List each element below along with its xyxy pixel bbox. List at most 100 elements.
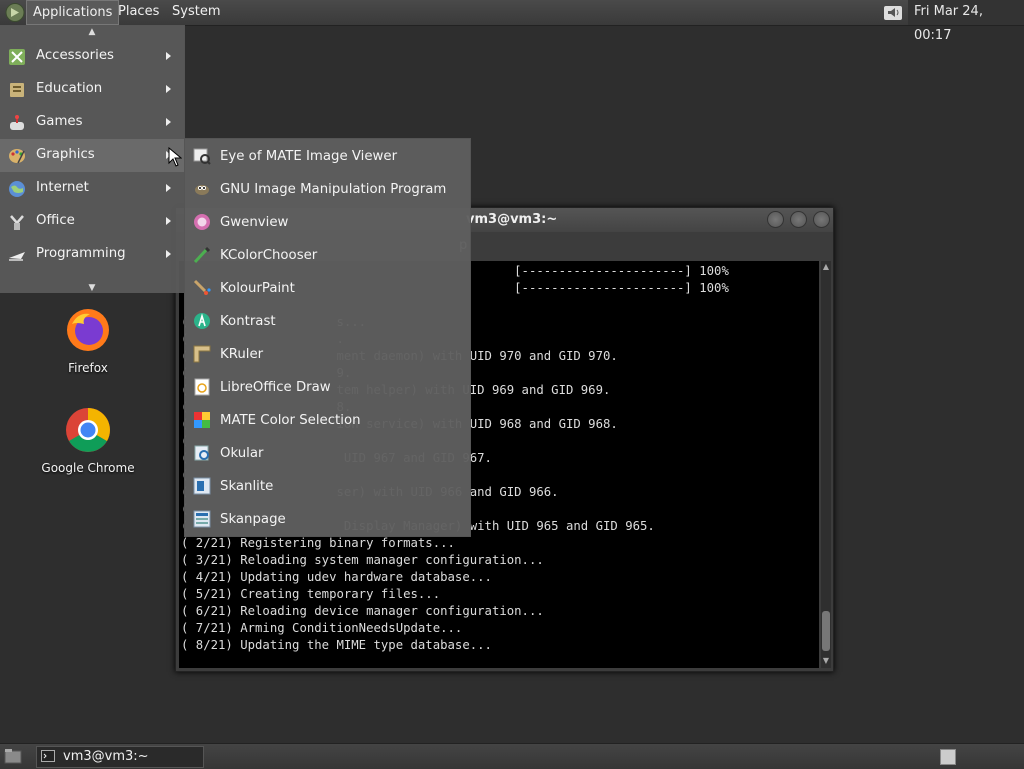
menu-scroll-up-icon[interactable]: ▲ [84,27,100,37]
menu-item-gimp[interactable]: GNU Image Manipulation Program [185,173,470,206]
menu-item-label: KRuler [220,347,264,362]
menu-item-kontrast[interactable]: Kontrast [185,305,470,338]
menu-item-internet[interactable]: Internet [0,172,184,205]
terminal-line: ( 2/21) Registering binary formats... [181,536,455,550]
terminal-line: ( 4/21) Updating udev hardware database.… [181,570,492,584]
desktop-icon-label: Firefox [68,361,108,375]
menu-item-label: Graphics [36,147,95,162]
menu-item-label: Games [36,114,83,129]
menu-scroll-down-icon[interactable]: ▼ [84,283,100,293]
system-menu-button[interactable]: System [166,0,226,25]
menu-item-label: GNU Image Manipulation Program [220,182,447,197]
image-viewer-icon [193,148,211,165]
desktop-icon-label: Google Chrome [41,461,135,475]
submenu-arrow-icon [166,118,171,126]
workspace-switcher[interactable] [940,749,956,765]
terminal-line: ( 6/21) Reloading device manager configu… [181,604,544,618]
submenu-arrow-icon [166,52,171,60]
chrome-icon [66,408,110,452]
terminal-line: ( 7/21) Arming ConditionNeedsUpdate... [181,621,463,635]
menu-item-label: Gwenview [220,215,289,230]
places-menu-button[interactable]: Places [112,0,165,25]
scrollbar[interactable]: ▲ ▼ [821,261,831,668]
menu-item-label: Internet [36,180,89,195]
gimp-icon [195,185,209,195]
menu-item-label: Eye of MATE Image Viewer [220,149,398,164]
color-selection-icon [194,412,210,428]
menu-item-label: LibreOffice Draw [220,380,331,395]
submenu-arrow-icon [166,184,171,192]
mouse-pointer-icon [168,147,182,167]
menu-item-label: KolourPaint [220,281,295,296]
applications-menu-button[interactable]: Applications [26,0,120,25]
gwenview-icon [194,214,210,230]
desktop-icon-firefox[interactable]: Firefox [33,306,143,375]
desktop-icon-chrome[interactable]: Google Chrome [33,406,143,475]
close-button[interactable] [813,211,830,228]
menu-item-kcolorchooser[interactable]: KColorChooser [185,239,470,272]
kontrast-icon [194,313,210,329]
terminal-line: ( 8/21) Updating the MIME type database.… [181,638,492,652]
okular-icon [194,445,209,461]
submenu-arrow-icon [166,250,171,258]
graphics-icon [9,149,25,164]
clock[interactable]: Fri Mar 24, 00:17 [908,0,1024,43]
submenu-arrow-icon [166,217,171,225]
terminal-icon [41,750,55,762]
scroll-thumb[interactable] [822,611,830,651]
menu-item-label: Skanlite [220,479,274,494]
speaker-icon[interactable] [882,2,904,23]
maximize-button[interactable] [790,211,807,228]
menu-item-label: Skanpage [220,512,286,527]
menu-item-education[interactable]: Education [0,73,184,106]
applications-menu: ▲ Accessories Education Games Graphics I… [0,25,185,293]
scroll-up-icon[interactable]: ▲ [822,263,830,271]
menu-item-label: Office [36,213,75,228]
mate-logo-icon[interactable] [4,2,26,23]
show-desktop-icon[interactable] [4,748,22,764]
education-icon [10,83,24,97]
draw-icon [194,378,210,396]
menu-item-graphics[interactable]: Graphics [0,139,184,172]
scroll-down-icon[interactable]: ▼ [822,657,830,665]
menu-item-okular[interactable]: Okular [185,437,470,470]
taskbar-item-label: vm3@vm3:~ [63,749,149,764]
scan-page-icon [193,510,211,528]
programming-icon [9,252,25,261]
menu-item-kruler[interactable]: KRuler [185,338,470,371]
menu-item-skanpage[interactable]: Skanpage [185,503,470,536]
taskbar-item-terminal[interactable]: vm3@vm3:~ [36,746,204,768]
menu-item-accessories[interactable]: Accessories [0,40,184,73]
menu-item-eye-of-mate[interactable]: Eye of MATE Image Viewer [185,140,470,173]
submenu-arrow-icon [166,85,171,93]
menu-item-label: Education [36,81,103,96]
graphics-submenu: Eye of MATE Image Viewer GNU Image Manip… [184,138,471,537]
games-icon [10,115,24,130]
color-picker-icon [193,246,211,264]
bottom-panel: vm3@vm3:~ [0,743,1024,769]
terminal-line: ( 5/21) Creating temporary files... [181,587,441,601]
menu-item-office[interactable]: Office [0,205,184,238]
accessories-icon [9,49,25,65]
firefox-icon [67,309,109,351]
menu-item-mate-color-selection[interactable]: MATE Color Selection [185,404,470,437]
menu-item-label: Okular [220,446,264,461]
menu-item-label: Programming [36,246,126,261]
menu-item-label: MATE Color Selection [220,413,361,428]
menu-item-label: Accessories [36,48,114,63]
window-title: vm3@vm3:~ [466,212,558,227]
top-panel: Applications Places System Fri Mar 24, 0… [0,0,1024,43]
paint-icon [193,279,211,295]
menu-item-skanlite[interactable]: Skanlite [185,470,470,503]
menu-item-kolourpaint[interactable]: KolourPaint [185,272,470,305]
minimize-button[interactable] [767,211,784,228]
menu-item-gwenview[interactable]: Gwenview [185,206,470,239]
menu-item-games[interactable]: Games [0,106,184,139]
menu-item-programming[interactable]: Programming [0,238,184,271]
menu-item-label: Kontrast [220,314,276,329]
terminal-line: ( 3/21) Reloading system manager configu… [181,553,544,567]
internet-icon [9,181,25,197]
menu-item-libreoffice-draw[interactable]: LibreOffice Draw [185,371,470,404]
scanner-icon [193,477,211,495]
office-icon [10,215,24,230]
